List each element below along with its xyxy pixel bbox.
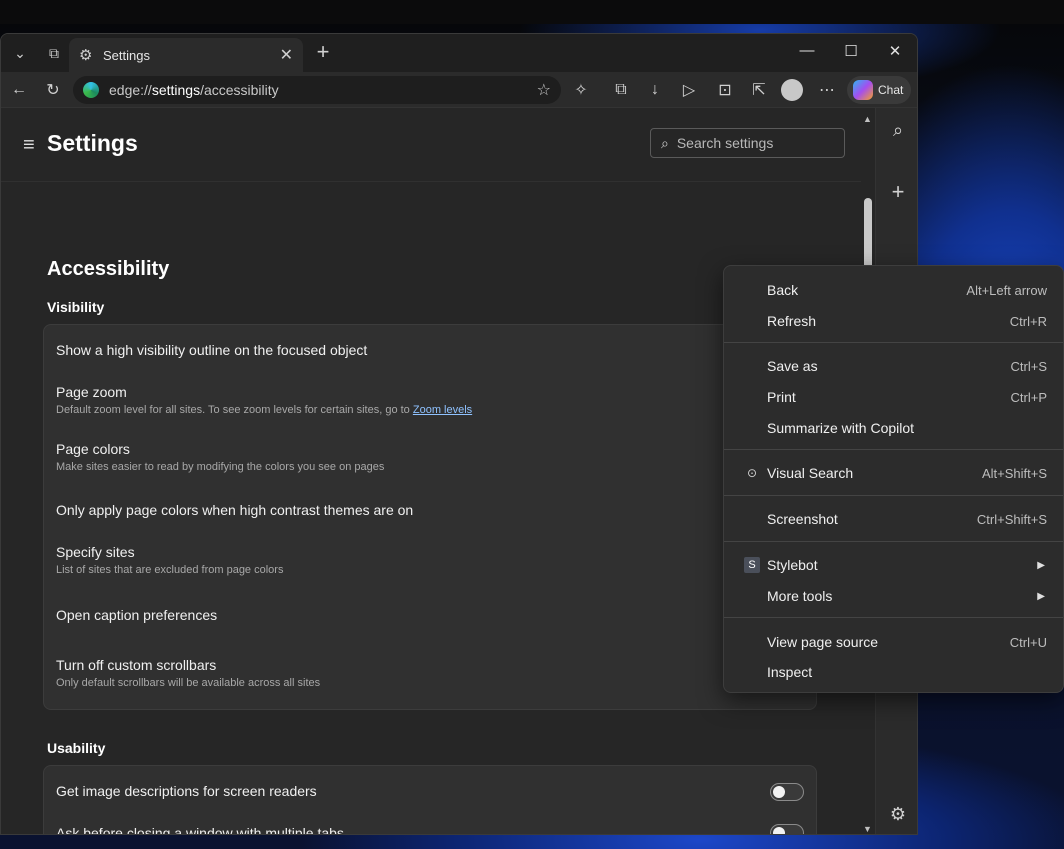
menu-item-print[interactable]: Print Ctrl+P	[724, 382, 1063, 412]
favorite-star-icon[interactable]: ☆	[537, 80, 551, 100]
tab-title: Settings	[103, 47, 150, 63]
collections-icon[interactable]: ⧉	[609, 79, 633, 101]
address-bar[interactable]: edge://settings/accessibility ☆	[73, 76, 561, 104]
close-tab-icon[interactable]: ✕	[280, 45, 293, 65]
sidebar-settings-gear-icon[interactable]: ⚙	[886, 802, 910, 826]
sidebar-search-icon[interactable]: ⌕	[886, 118, 910, 142]
new-tab-button[interactable]: +	[311, 40, 335, 64]
visibility-heading: Visibility	[47, 299, 105, 315]
chat-label: Chat	[878, 83, 904, 97]
context-menu: Back Alt+Left arrow Refresh Ctrl+R Save …	[723, 265, 1064, 693]
sidebar-add-icon[interactable]: +	[886, 180, 910, 204]
tab-strip: ⌄ ⧉ ⚙ Settings ✕ + — ☐ ✕	[1, 34, 917, 72]
close-window-warning-toggle[interactable]	[770, 824, 804, 834]
minimize-button[interactable]: —	[787, 42, 827, 59]
top-black-bar	[0, 0, 1064, 24]
visual-search-icon: ⊙	[746, 466, 758, 480]
close-window-button[interactable]: ✕	[875, 42, 915, 60]
workspaces-icon[interactable]: ⧉	[39, 40, 69, 66]
settings-header: ≡ Settings ⌕ Search settings	[1, 108, 875, 182]
menu-divider	[724, 449, 1063, 450]
image-descriptions-row: Get image descriptions for screen reader…	[56, 783, 317, 799]
refresh-icon[interactable]: ↻	[41, 79, 65, 101]
high-contrast-only-row[interactable]: Only apply page colors when high contras…	[56, 502, 413, 518]
profile-avatar[interactable]	[781, 79, 803, 101]
search-placeholder: Search settings	[676, 135, 774, 151]
page-title: Accessibility	[47, 258, 170, 280]
copilot-icon	[853, 80, 873, 100]
menu-item-more-tools[interactable]: More tools ▶	[724, 581, 1063, 611]
settings-title: Settings	[47, 130, 138, 156]
submenu-arrow-icon: ▶	[1037, 559, 1045, 571]
url-text: edge://settings/accessibility	[109, 82, 279, 98]
back-arrow-icon[interactable]: ←	[7, 79, 31, 101]
gear-icon: ⚙	[79, 47, 93, 64]
extensions-icon[interactable]: ✧	[569, 79, 593, 101]
menu-item-view-source[interactable]: View page source Ctrl+U	[724, 627, 1063, 657]
scroll-up-arrow-icon[interactable]: ▲	[863, 114, 872, 124]
menu-divider	[724, 342, 1063, 343]
menu-item-refresh[interactable]: Refresh Ctrl+R	[724, 306, 1063, 336]
custom-scrollbars-row[interactable]: Turn off custom scrollbars Only default …	[56, 657, 320, 689]
submenu-arrow-icon: ▶	[1037, 590, 1045, 602]
page-colors-row[interactable]: Page colors Make sites easier to read by…	[56, 441, 384, 473]
caption-preferences-row[interactable]: Open caption preferences	[56, 607, 217, 623]
tab-actions-chevron-icon[interactable]: ⌄	[5, 40, 35, 66]
image-descriptions-toggle[interactable]	[770, 783, 804, 801]
page-zoom-row[interactable]: Page zoom Default zoom level for all sit…	[56, 384, 472, 416]
menu-item-screenshot[interactable]: Screenshot Ctrl+Shift+S	[724, 504, 1063, 534]
copilot-chat-button[interactable]: Chat	[847, 76, 911, 104]
menu-divider	[724, 617, 1063, 618]
share-icon[interactable]: ⇱	[747, 79, 771, 101]
menu-divider	[724, 495, 1063, 496]
search-settings-input[interactable]: ⌕ Search settings	[650, 128, 845, 158]
usability-card: Get image descriptions for screen reader…	[43, 765, 817, 835]
zoom-levels-link[interactable]: Zoom levels	[413, 404, 472, 416]
more-menu-icon[interactable]: ⋯	[815, 79, 839, 101]
search-icon: ⌕	[661, 134, 669, 151]
navigation-toolbar: ← ↻ edge://settings/accessibility ☆ ✧ ⧉ …	[1, 72, 917, 108]
specify-sites-row[interactable]: Specify sites List of sites that are exc…	[56, 544, 283, 576]
stylebot-icon: S	[744, 557, 760, 573]
menu-item-back[interactable]: Back Alt+Left arrow	[724, 275, 1063, 305]
screenshot-icon[interactable]: ⊡	[713, 79, 737, 101]
scroll-down-arrow-icon[interactable]: ▼	[863, 824, 872, 834]
menu-item-summarize-copilot[interactable]: Summarize with Copilot	[724, 413, 1063, 443]
downloads-icon[interactable]: ↓	[643, 79, 667, 101]
menu-item-visual-search[interactable]: ⊙ Visual Search Alt+Shift+S	[724, 458, 1063, 488]
menu-divider	[724, 541, 1063, 542]
close-window-warning-row: Ask before closing a window with multipl…	[56, 825, 344, 835]
visibility-card: Show a high visibility outline on the fo…	[43, 324, 817, 710]
menu-item-stylebot[interactable]: S Stylebot ▶	[724, 550, 1063, 580]
maximize-button[interactable]: ☐	[831, 42, 871, 60]
focus-outline-row[interactable]: Show a high visibility outline on the fo…	[56, 342, 367, 358]
edge-logo-icon	[83, 82, 99, 98]
menu-item-save-as[interactable]: Save as Ctrl+S	[724, 351, 1063, 381]
hamburger-menu-icon[interactable]: ≡	[23, 134, 35, 157]
menu-item-inspect[interactable]: Inspect	[724, 657, 1063, 687]
usability-heading: Usability	[47, 740, 106, 756]
send-icon[interactable]: ▷	[677, 79, 701, 101]
tab-settings[interactable]: ⚙ Settings ✕	[69, 38, 303, 72]
